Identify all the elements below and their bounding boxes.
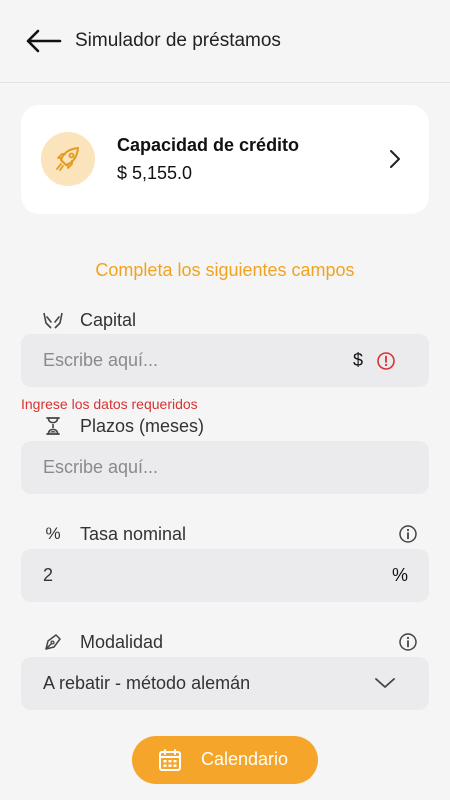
percent-icon: % bbox=[45, 524, 61, 543]
credit-capacity-title: Capacidad de crédito bbox=[117, 135, 300, 155]
tasa-label-row: % Tasa nominal bbox=[42, 522, 186, 546]
capital-input-box[interactable]: $ bbox=[21, 334, 429, 387]
chevron-right-icon[interactable] bbox=[387, 147, 403, 171]
hourglass-icon bbox=[42, 415, 64, 437]
modalidad-select[interactable]: A rebatir - método alemán bbox=[21, 657, 429, 710]
modalidad-label: Modalidad bbox=[80, 631, 164, 652]
alert-circle-icon bbox=[377, 352, 395, 370]
page-title: Simulador de préstamos bbox=[75, 30, 281, 51]
chevron-down-icon[interactable] bbox=[374, 675, 396, 691]
arrow-left-icon[interactable] bbox=[24, 28, 62, 54]
calendar-button-label: Calendario bbox=[201, 749, 289, 769]
rocket-badge bbox=[41, 132, 95, 186]
info-icon[interactable] bbox=[398, 524, 418, 544]
info-icon[interactable] bbox=[398, 632, 418, 652]
back-button[interactable] bbox=[24, 28, 62, 54]
capital-input[interactable] bbox=[21, 334, 321, 387]
modalidad-selected-value: A rebatir - método alemán bbox=[43, 673, 251, 693]
plazos-input[interactable] bbox=[21, 441, 321, 494]
modalidad-label-row: Modalidad bbox=[42, 630, 163, 654]
plazos-label-row: Plazos (meses) bbox=[42, 414, 204, 438]
capital-label-row: Capital bbox=[42, 308, 136, 332]
tasa-input[interactable] bbox=[21, 549, 321, 602]
form-section-title: Completa los siguientes campos bbox=[95, 260, 355, 280]
tasa-label: Tasa nominal bbox=[80, 523, 187, 544]
rocket-icon bbox=[56, 147, 79, 171]
tasa-input-box[interactable]: % bbox=[21, 549, 429, 602]
capital-error-message: Ingrese los datos requeridos bbox=[21, 396, 198, 412]
capital-label: Capital bbox=[80, 309, 137, 330]
capital-currency-suffix: $ bbox=[353, 350, 364, 370]
credit-capacity-card[interactable]: Capacidad de crédito $ 5,155.0 bbox=[21, 105, 429, 214]
tasa-percent-suffix: % bbox=[392, 565, 409, 585]
hands-coin-icon bbox=[42, 309, 64, 331]
calendar-icon bbox=[159, 749, 181, 771]
calendar-button[interactable]: Calendario bbox=[132, 736, 318, 784]
credit-capacity-amount: $ 5,155.0 bbox=[117, 163, 193, 183]
app-header: Simulador de préstamos bbox=[0, 0, 450, 83]
pen-nib-icon bbox=[42, 631, 64, 653]
plazos-input-box[interactable] bbox=[21, 441, 429, 494]
plazos-label: Plazos (meses) bbox=[80, 415, 205, 436]
